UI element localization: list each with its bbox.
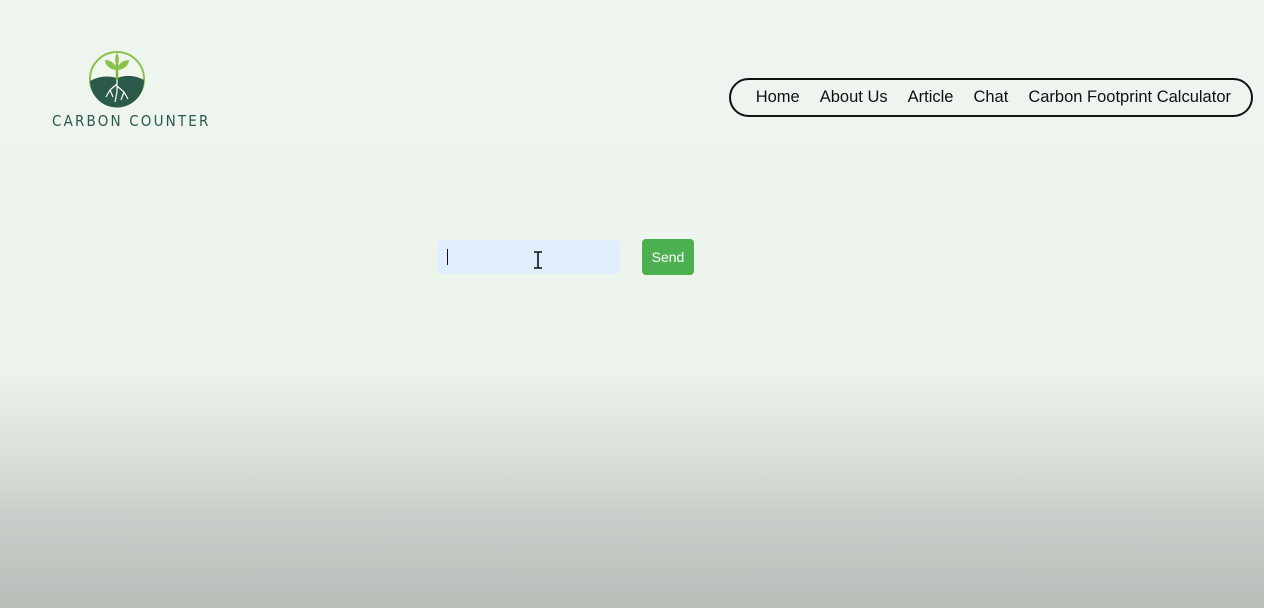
ibeam-cursor-icon (534, 251, 542, 269)
nav-chat[interactable]: Chat (973, 88, 1008, 107)
nav-carbon-footprint-calculator[interactable]: Carbon Footprint Calculator (1028, 88, 1231, 107)
chat-input[interactable] (437, 240, 620, 274)
nav-home[interactable]: Home (756, 88, 800, 107)
nav-about-us[interactable]: About Us (820, 88, 888, 107)
brand-name: CARBON COUNTER (52, 112, 211, 130)
text-caret (447, 249, 448, 265)
nav-article[interactable]: Article (908, 88, 954, 107)
main-nav: Home About Us Article Chat Carbon Footpr… (729, 78, 1253, 117)
logo[interactable]: CARBON COUNTER (50, 50, 211, 134)
send-button[interactable]: Send (642, 239, 694, 275)
sprout-roots-icon (89, 51, 145, 108)
